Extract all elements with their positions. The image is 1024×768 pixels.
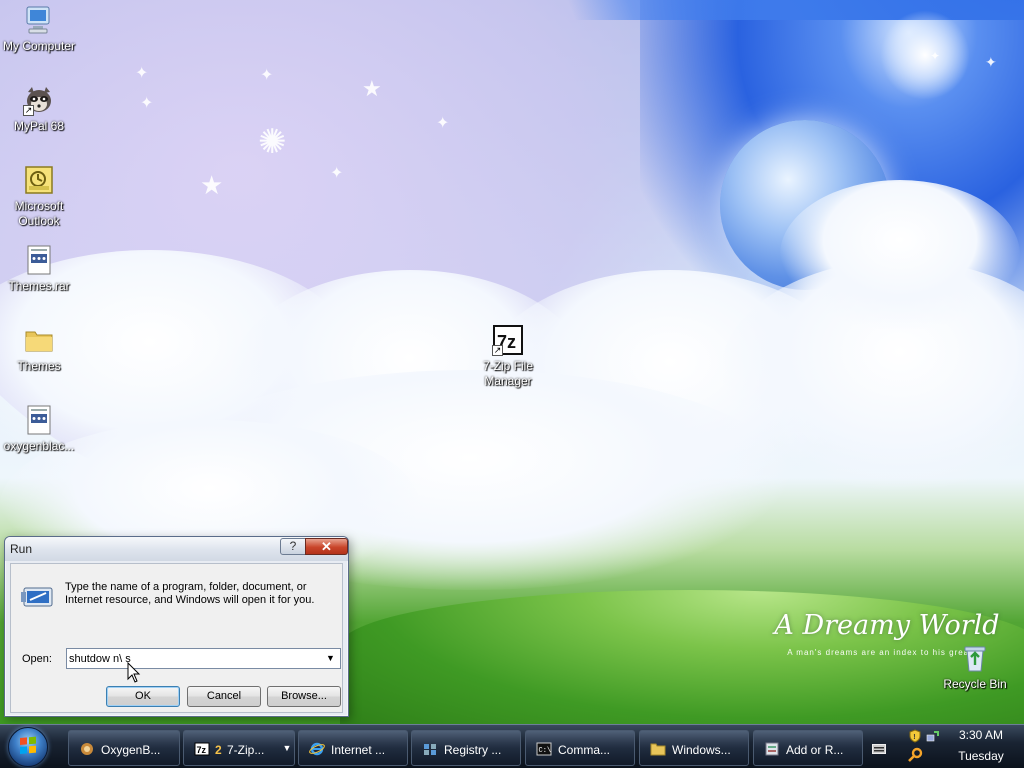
ok-button[interactable]: OK bbox=[106, 686, 180, 707]
chevron-down-icon[interactable]: ▼ bbox=[279, 731, 294, 765]
desktop-icon-label: Recycle Bin bbox=[943, 677, 1007, 691]
taskbar-button-oxygen[interactable]: OxygenB... bbox=[68, 730, 180, 766]
rar-archive-icon bbox=[23, 244, 55, 276]
shortcut-arrow-icon: ↗ bbox=[492, 345, 503, 356]
open-input[interactable] bbox=[69, 650, 319, 667]
network-icon[interactable] bbox=[926, 729, 940, 746]
run-program-icon bbox=[21, 584, 55, 610]
desktop-icon-label: Microsoft Outlook bbox=[14, 199, 64, 228]
cancel-button[interactable]: Cancel bbox=[187, 686, 261, 707]
security-shield-icon[interactable]: ! bbox=[908, 729, 922, 746]
desktop-icon-label: MyPal 68 bbox=[13, 119, 65, 133]
taskbar-button-registry-editor[interactable]: Registry ... bbox=[411, 730, 521, 766]
wallpaper-star: ★ bbox=[362, 76, 382, 101]
clock-day[interactable]: Tuesday bbox=[955, 749, 1007, 763]
wallpaper-sun-glow bbox=[880, 10, 970, 100]
wallpaper-star: ✦ bbox=[436, 115, 450, 132]
computer-icon bbox=[23, 4, 55, 36]
desktop-icon-label: Themes bbox=[17, 359, 61, 373]
7zip-icon: 7z ↗ bbox=[492, 324, 524, 356]
shortcut-arrow-icon: ↗ bbox=[23, 105, 34, 116]
wallpaper-star: ✺ bbox=[258, 123, 287, 161]
chevron-down-icon[interactable]: ▼ bbox=[322, 650, 339, 667]
desktop-icon-my-computer[interactable]: My Computer bbox=[0, 4, 78, 54]
mypal-raccoon-icon: ↗ bbox=[23, 84, 55, 116]
command-prompt-icon: C:\ bbox=[536, 742, 552, 756]
desktop-icon-recycle-bin[interactable]: Recycle Bin bbox=[936, 642, 1014, 692]
desktop-icon-mypal[interactable]: ↗ MyPal 68 bbox=[0, 84, 78, 134]
open-label: Open: bbox=[22, 653, 52, 665]
taskbar-group-count: 2 bbox=[215, 743, 222, 757]
taskbar-button-internet-explorer[interactable]: Internet ... bbox=[298, 730, 408, 766]
desktop-icon-7zip[interactable]: 7z ↗ 7-Zip File Manager bbox=[469, 324, 547, 389]
run-dialog-titlebar[interactable]: Run ? ✕ bbox=[5, 537, 348, 561]
7zip-icon: 7z bbox=[194, 742, 210, 756]
svg-text:7z: 7z bbox=[197, 745, 207, 755]
browse-button[interactable]: Browse... bbox=[267, 686, 341, 707]
clock-time[interactable]: 3:30 AM bbox=[955, 728, 1007, 742]
close-button[interactable]: ✕ bbox=[305, 538, 348, 555]
wallpaper-star: ✦ bbox=[260, 67, 274, 84]
run-description: Type the name of a program, folder, docu… bbox=[65, 581, 315, 606]
desktop-icon-label: oxygenblac... bbox=[3, 439, 75, 453]
wallpaper-star: ✦ bbox=[135, 65, 149, 82]
wallpaper-brand-title: A Dreamy World bbox=[774, 610, 1000, 641]
search-icon[interactable] bbox=[908, 747, 924, 766]
keyboard-language-icon[interactable] bbox=[872, 743, 886, 754]
taskbar-button-add-remove-programs[interactable]: Add or R... bbox=[753, 730, 863, 766]
wallpaper-cloud bbox=[780, 180, 1020, 330]
svg-text:!: ! bbox=[913, 734, 915, 741]
oxygen-theme-icon bbox=[79, 742, 95, 756]
rar-archive-icon bbox=[23, 404, 55, 436]
run-dialog-body: Type the name of a program, folder, docu… bbox=[10, 563, 343, 713]
taskbar-button-label: Registry ... bbox=[444, 743, 502, 757]
taskbar-button-windows-explorer[interactable]: Windows... bbox=[639, 730, 749, 766]
desktop-icon-themes-rar[interactable]: Themes.rar bbox=[0, 244, 78, 294]
svg-text:C:\: C:\ bbox=[539, 747, 552, 755]
internet-explorer-icon bbox=[309, 742, 325, 756]
taskbar-button-7zip-group[interactable]: 7z 2 7-Zip... ▼ bbox=[183, 730, 295, 766]
taskbar-button-label: Windows... bbox=[672, 743, 731, 757]
system-tray: ! bbox=[904, 725, 944, 768]
folder-icon bbox=[650, 742, 666, 756]
taskbar-button-label: Internet ... bbox=[331, 743, 386, 757]
taskbar-button-label: OxygenB... bbox=[101, 743, 161, 757]
wallpaper-star: ✦ bbox=[930, 49, 941, 63]
add-remove-programs-icon bbox=[764, 742, 780, 756]
desktop-icon-label: Themes.rar bbox=[8, 279, 70, 293]
desktop-icon-themes-folder[interactable]: Themes bbox=[0, 324, 78, 374]
wallpaper-star: ✦ bbox=[985, 54, 997, 70]
registry-editor-icon bbox=[422, 742, 438, 756]
taskbar-button-label: Add or R... bbox=[786, 743, 844, 757]
windows-logo-icon bbox=[20, 736, 36, 755]
recycle-bin-icon bbox=[959, 642, 991, 674]
dialog-title: Run bbox=[10, 542, 33, 556]
desktop-icon-label: My Computer bbox=[2, 39, 76, 53]
desktop-icon-label: 7-Zip File Manager bbox=[482, 359, 533, 388]
run-dialog[interactable]: Run ? ✕ Type the name of a program, fold… bbox=[4, 536, 349, 717]
desktop-icon-oxygenblack[interactable]: oxygenblac... bbox=[0, 404, 78, 454]
start-button[interactable] bbox=[8, 727, 48, 767]
wallpaper-star: ✦ bbox=[330, 165, 344, 182]
open-combobox[interactable]: ▼ bbox=[66, 648, 341, 669]
folder-icon bbox=[23, 324, 55, 356]
help-button[interactable]: ? bbox=[280, 538, 306, 555]
wallpaper-star: ★ bbox=[200, 170, 224, 200]
desktop-icon-outlook[interactable]: Microsoft Outlook bbox=[0, 164, 78, 229]
taskbar-button-command-prompt[interactable]: C:\ Comma... bbox=[525, 730, 635, 766]
mouse-cursor-icon bbox=[127, 661, 141, 684]
outlook-icon bbox=[23, 164, 55, 196]
taskbar-button-label: Comma... bbox=[558, 743, 611, 757]
taskbar-button-label: 7-Zip... bbox=[227, 743, 265, 757]
taskbar[interactable]: OxygenB... 7z 2 7-Zip... ▼ Internet ... … bbox=[0, 724, 1024, 768]
wallpaper-star: ✦ bbox=[140, 95, 154, 112]
